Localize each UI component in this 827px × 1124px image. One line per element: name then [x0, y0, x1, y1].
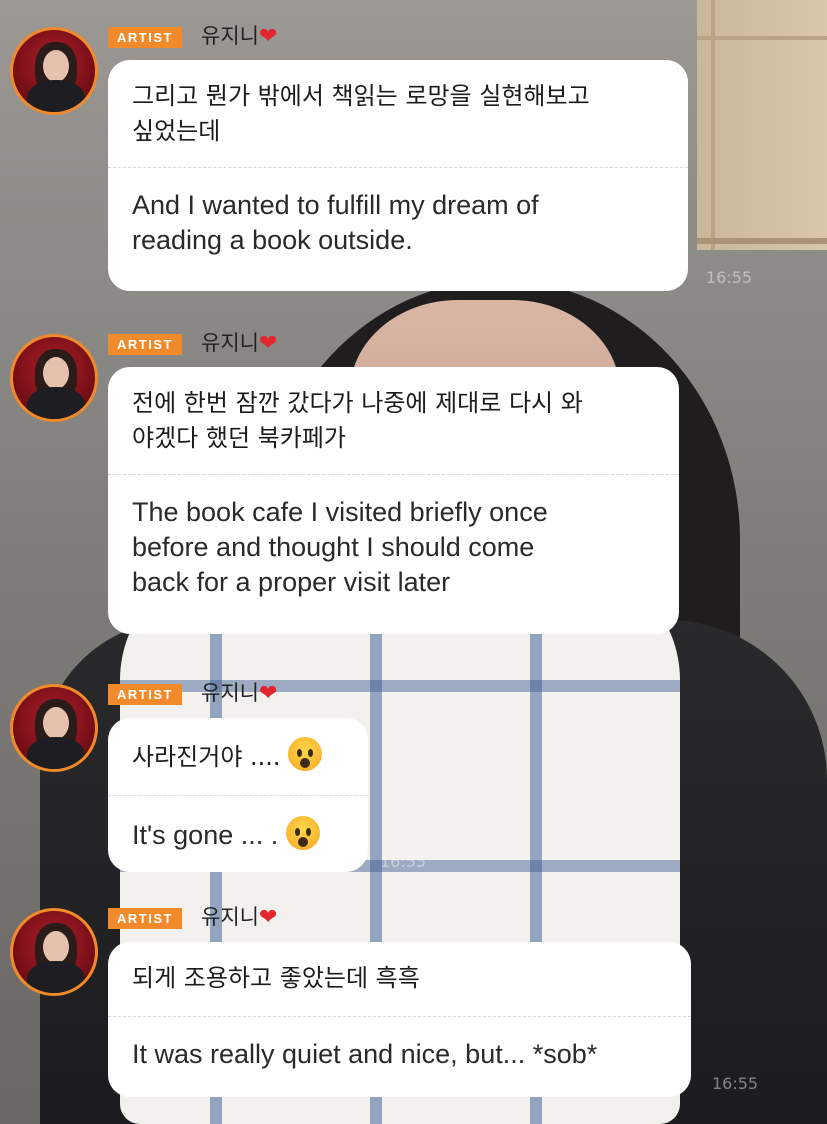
korean-text-line: 그리고 뭔가 밖에서 책읽는 로망을 실현해보고	[132, 82, 590, 110]
message-timestamp: 16:55	[712, 1074, 759, 1093]
korean-text-line: 야겠다 했던 북카페가	[132, 424, 346, 452]
artist-badge: ARTIST	[108, 27, 182, 48]
artist-badge: ARTIST	[108, 908, 182, 929]
english-translation-line: before and thought I should come	[132, 532, 535, 562]
english-translation-line: The book cafe I visited briefly once	[132, 497, 548, 527]
artist-badge: ARTIST	[108, 334, 182, 355]
korean-text-line: 전에 한번 잠깐 갔다가 나중에 제대로 다시 와	[132, 389, 583, 417]
background-wood-panel	[697, 0, 827, 280]
artist-username[interactable]: 유지니❤	[201, 21, 277, 52]
red-heart-icon: ❤	[258, 24, 278, 49]
message-bubble[interactable]: 그리고 뭔가 밖에서 책읽는 로망을 실현해보고 싶었는데 And I want…	[108, 60, 688, 291]
artist-username[interactable]: 유지니❤	[201, 678, 277, 709]
artist-username[interactable]: 유지니❤	[201, 902, 277, 933]
message-bubble[interactable]: 사라진거야 .... It's gone ... .	[108, 718, 368, 872]
english-translation-line: It's gone ... .	[108, 816, 368, 853]
korean-text-line: 싶었는데	[132, 117, 221, 145]
artist-avatar[interactable]	[10, 684, 98, 772]
artist-avatar[interactable]	[10, 27, 98, 115]
face-screaming-in-fear-icon	[285, 816, 320, 850]
message-timestamp: 16:55	[380, 852, 427, 871]
english-translation-line: And I wanted to fulfill my dream of	[132, 190, 539, 220]
artist-badge: ARTIST	[108, 684, 182, 705]
message-bubble[interactable]: 전에 한번 잠깐 갔다가 나중에 제대로 다시 와 야겠다 했던 북카페가 Th…	[108, 367, 679, 634]
red-heart-icon: ❤	[258, 905, 278, 930]
face-screaming-in-fear-icon	[288, 737, 323, 771]
red-heart-icon: ❤	[258, 331, 278, 356]
red-heart-icon: ❤	[258, 681, 278, 706]
artist-avatar[interactable]	[10, 908, 98, 996]
message-bubble[interactable]: 되게 조용하고 좋았는데 흑흑 It was really quiet and …	[108, 942, 691, 1097]
korean-text-line: 되게 조용하고 좋았는데 흑흑	[132, 964, 420, 992]
message-timestamp: 16:55	[706, 268, 753, 287]
artist-avatar[interactable]	[10, 334, 98, 422]
korean-text-line: 사라진거야 ....	[108, 737, 368, 775]
english-translation-line: It was really quiet and nice, but... *so…	[132, 1039, 598, 1069]
artist-username[interactable]: 유지니❤	[201, 328, 277, 359]
english-translation-line: reading a book outside.	[132, 225, 413, 255]
english-translation-line: back for a proper visit later	[132, 567, 451, 597]
